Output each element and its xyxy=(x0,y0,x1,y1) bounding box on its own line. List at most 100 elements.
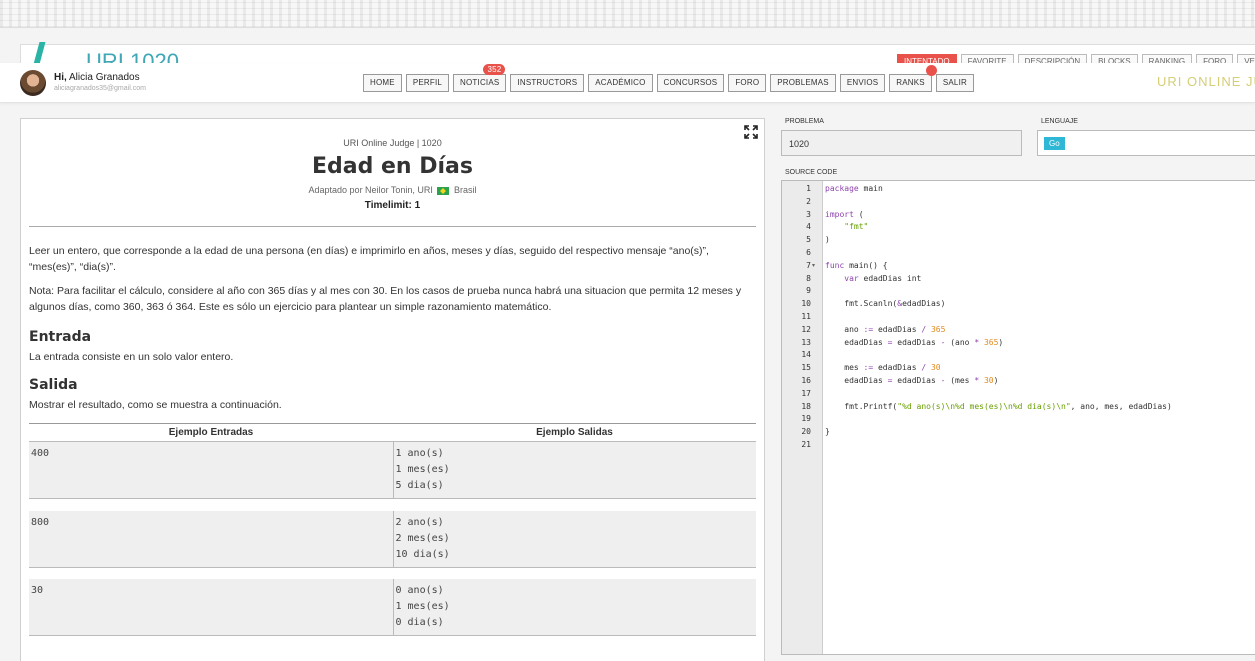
example-input: 800 xyxy=(29,510,393,568)
code-line[interactable]: 20} xyxy=(782,426,1255,439)
nav-noticias[interactable]: NOTICIAS 352 xyxy=(453,64,507,92)
brand-logo-text: URI ONLINE JU xyxy=(1157,74,1255,89)
code-text: ano := edadDias / 365 xyxy=(825,324,946,334)
code-line[interactable]: 16 edadDias = edadDias - (mes * 30) xyxy=(782,375,1255,388)
author-country: Brasil xyxy=(453,185,477,195)
nav-instructors-label: INSTRUCTORS xyxy=(517,78,578,87)
problem-title: Edad en Días xyxy=(311,154,473,179)
nav-concursos[interactable]: CONCURSOS xyxy=(656,74,725,92)
decorative-background xyxy=(0,0,1255,28)
problem-label: PROBLEMA xyxy=(785,118,824,125)
code-line[interactable]: 11 xyxy=(782,311,1255,324)
language-select[interactable]: Go xyxy=(1037,130,1255,156)
line-number: 20 xyxy=(801,427,811,437)
user-email: aliciagranados35@gmail.com xyxy=(54,85,146,92)
nav-problemas-label: PROBLEMAS xyxy=(777,78,829,87)
nav-home[interactable]: HOME xyxy=(363,74,402,92)
problem-panel: URI Online Judge | 1020 Edad en Días Ada… xyxy=(20,118,765,661)
nav-envios[interactable]: ENVIOS xyxy=(839,74,886,92)
code-line[interactable]: 17 xyxy=(782,388,1255,401)
code-line[interactable]: 19 xyxy=(782,413,1255,426)
code-text: func main() { xyxy=(825,260,888,270)
code-line[interactable]: 7 ▾ func main() { xyxy=(782,260,1255,273)
table-row: 30 0 ano(s) 1 mes(es) 0 dia(s) xyxy=(29,579,756,636)
nav-home-label: HOME xyxy=(370,78,395,87)
expand-icon[interactable] xyxy=(744,125,758,139)
nav-noticias-label: NOTICIAS xyxy=(460,78,500,87)
code-text: "fmt" xyxy=(844,222,869,232)
nav-concursos-label: CONCURSOS xyxy=(663,78,718,87)
code-text: fmt.Scanln(&edadDias) xyxy=(825,299,946,309)
code-line[interactable]: 18 fmt.Printf("%d ano(s)\n%d mes(es)\n%d… xyxy=(782,401,1255,414)
nav-ranks[interactable]: RANKS xyxy=(889,65,937,92)
code-text: ) xyxy=(825,235,830,245)
code-line[interactable]: 1 package main xyxy=(782,183,1255,196)
user-name: Alicia Granados xyxy=(69,72,140,83)
greeting-text: Hi, xyxy=(54,72,67,83)
code-editor[interactable]: 1 package main 2 3 import (4 "fmt" 5) 6 7 ▾ func … xyxy=(781,180,1255,655)
code-text: fmt.Printf("%d ano(s)\n%d mes(es)\n%d di… xyxy=(825,401,1172,411)
code-line[interactable]: 9 xyxy=(782,285,1255,298)
output-heading: Salida xyxy=(29,377,78,393)
line-number: 18 xyxy=(801,401,811,411)
table-row: 400 1 ano(s) 1 mes(es) 5 dia(s) xyxy=(29,441,756,499)
nav-ranks-label: RANKS xyxy=(896,78,925,87)
table-row: 800 2 ano(s) 2 mes(es) 10 dia(s) xyxy=(29,510,756,568)
line-number: 9 xyxy=(806,286,811,296)
nav-foro[interactable]: FORO xyxy=(728,74,767,92)
line-number: 14 xyxy=(801,350,811,360)
nav-perfil-label: PERFIL xyxy=(412,78,443,87)
language-chip[interactable]: Go xyxy=(1044,137,1065,150)
example-output: 1 ano(s) 1 mes(es) 5 dia(s) xyxy=(392,441,756,499)
nav-academico-label: ACADÉMICO xyxy=(595,78,646,87)
line-number: 17 xyxy=(801,388,811,398)
nav-foro-label: FORO xyxy=(735,78,760,87)
nav-perfil[interactable]: PERFIL xyxy=(405,74,450,92)
example-output: 2 ano(s) 2 mes(es) 10 dia(s) xyxy=(392,510,756,568)
top-header: Hi, Alicia Granados aliciagranados35@gma… xyxy=(0,63,1255,103)
code-text: var edadDias int xyxy=(844,273,922,283)
examples-table: Ejemplo Entradas Ejemplo Salidas 400 1 a… xyxy=(29,423,756,636)
code-line[interactable]: 4 "fmt" xyxy=(782,221,1255,234)
code-line[interactable]: 8 var edadDias int xyxy=(782,273,1255,286)
line-number: 5 xyxy=(806,235,811,245)
line-number: 8 xyxy=(806,273,811,283)
problem-author: Adaptado por Neilor Tonin, URI Brasil xyxy=(21,185,764,195)
code-line[interactable]: 2 xyxy=(782,196,1255,209)
code-line[interactable]: 12 ano := edadDias / 365 xyxy=(782,324,1255,337)
problem-number-field[interactable]: 1020 xyxy=(781,130,1022,156)
line-number: 10 xyxy=(801,299,811,309)
avatar[interactable] xyxy=(20,70,46,96)
nav-salir[interactable]: SALIR xyxy=(935,74,974,92)
input-heading: Entrada xyxy=(29,329,92,345)
code-line[interactable]: 13 edadDias = edadDias - (ano * 365) xyxy=(782,337,1255,350)
code-line[interactable]: 6 xyxy=(782,247,1255,260)
code-line[interactable]: 3 import ( xyxy=(782,209,1255,222)
code-line[interactable]: 21 xyxy=(782,439,1255,452)
example-output: 0 ano(s) 1 mes(es) 0 dia(s) xyxy=(392,579,756,636)
nav-academico[interactable]: ACADÉMICO xyxy=(588,74,653,92)
divider xyxy=(29,226,756,227)
line-number: 2 xyxy=(806,196,811,206)
line-number: 16 xyxy=(801,375,811,385)
code-text: edadDias = edadDias - (ano * 365) xyxy=(825,337,1004,347)
line-number: 4 xyxy=(806,222,811,232)
nav-salir-label: SALIR xyxy=(942,78,967,87)
code-line[interactable]: 15 mes := edadDias / 30 xyxy=(782,362,1255,375)
nav-instructors[interactable]: INSTRUCTORS xyxy=(510,74,585,92)
examples-header-output: Ejemplo Salidas xyxy=(393,423,756,442)
example-input: 30 xyxy=(29,579,393,636)
line-number: 19 xyxy=(801,414,811,424)
user-greeting: Hi, Alicia Granados xyxy=(54,72,140,83)
timelimit: Timelimit: 1 xyxy=(364,200,421,211)
code-text: edadDias = edadDias - (mes * 30) xyxy=(825,375,999,385)
fold-chevron-icon[interactable]: ▾ xyxy=(812,260,815,273)
code-line[interactable]: 10 fmt.Scanln(&edadDias) xyxy=(782,298,1255,311)
notification-badge: 352 xyxy=(483,64,506,75)
code-line[interactable]: 5) xyxy=(782,234,1255,247)
code-line[interactable]: 14 xyxy=(782,349,1255,362)
nav-problemas[interactable]: PROBLEMAS xyxy=(770,74,836,92)
line-number: 12 xyxy=(801,324,811,334)
description-paragraph: Leer un entero, que corresponde a la eda… xyxy=(29,245,709,273)
input-text: La entrada consiste en un solo valor ent… xyxy=(29,351,234,363)
